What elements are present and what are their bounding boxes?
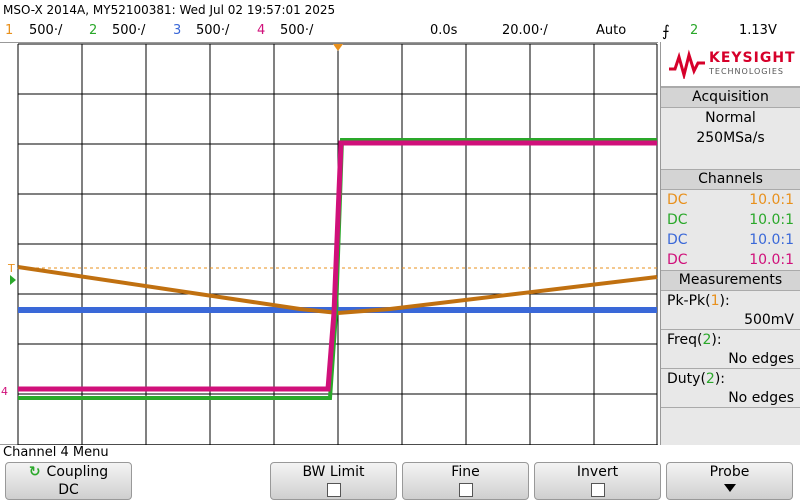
measurement-value: 500mV (661, 310, 800, 330)
brand-sub: TECHNOLOGIES (709, 67, 784, 76)
ch4-coupling: DC (667, 252, 688, 268)
ch3-scale[interactable]: 500‧/ (196, 20, 229, 42)
ch1-probe: 10.0:1 (749, 192, 794, 208)
softkey-menu: Channel 4 Menu ↻ Coupling DC BW Limit Fin… (0, 445, 800, 503)
ch2-probe: 10.0:1 (749, 212, 794, 228)
ch2-scale[interactable]: 500‧/ (112, 20, 145, 42)
time-scale[interactable]: 20.00‧/ (502, 20, 548, 42)
brand-area: KEYSIGHT TECHNOLOGIES (661, 42, 800, 87)
rising-edge-trigger-icon: ⨍ (662, 22, 670, 40)
ch2-number[interactable]: 2 (89, 20, 97, 42)
ch3-probe: 10.0:1 (749, 232, 794, 248)
waveform-graticule: T 4 (1, 43, 658, 446)
channel-status-bar: 1 500‧/ 2 500‧/ 3 500‧/ 4 500‧/ 0.0s 20.… (0, 20, 800, 42)
ch4-probe: 10.0:1 (749, 252, 794, 268)
channels-title[interactable]: Channels (661, 169, 800, 190)
acquisition-title[interactable]: Acquisition (661, 87, 800, 108)
measurement-value: No edges (661, 349, 800, 369)
trigger-level[interactable]: 1.13V (739, 20, 777, 42)
ch3-coupling: DC (667, 232, 688, 248)
ch3-number[interactable]: 3 (173, 20, 181, 42)
bw-limit-checkbox-icon (326, 483, 341, 497)
brand-name: KEYSIGHT (709, 50, 796, 66)
info-sidebar: KEYSIGHT TECHNOLOGIES Acquisition Normal… (660, 42, 800, 445)
channel-row: DC 10.0:1 (661, 190, 800, 210)
invert-checkbox-icon (590, 483, 605, 497)
menu-title: Channel 4 Menu (3, 445, 109, 460)
trigger-position-marker[interactable] (333, 44, 343, 51)
ch4-scale[interactable]: 500‧/ (280, 20, 313, 42)
channel-row: DC 10.0:1 (661, 210, 800, 230)
window-title: MSO-X 2014A, MY52100381: Wed Jul 02 19:5… (3, 3, 336, 17)
fine-softkey[interactable]: Fine (402, 462, 529, 500)
ch4-ground-marker[interactable]: 4 (1, 385, 8, 398)
probe-softkey[interactable]: Probe (666, 462, 793, 500)
ch1-number[interactable]: 1 (5, 20, 13, 42)
bw-limit-softkey[interactable]: BW Limit (270, 462, 397, 500)
ch2-ground-marker[interactable] (10, 275, 16, 285)
measurements-title[interactable]: Measurements (661, 270, 800, 291)
submenu-arrow-icon (667, 481, 792, 499)
measurement-value: No edges (661, 388, 800, 408)
acquisition-rate: 250MSa/s (696, 130, 765, 146)
ch1-coupling: DC (667, 192, 688, 208)
measurement-label: Duty(2): (667, 371, 726, 387)
ch2-coupling: DC (667, 212, 688, 228)
ch4-number[interactable]: 4 (257, 20, 265, 42)
trigger-source[interactable]: 2 (690, 20, 698, 42)
channel-row: DC 10.0:1 (661, 230, 800, 250)
measurement-label: Freq(2): (667, 332, 722, 348)
waveform-display[interactable]: T 4 (0, 42, 658, 446)
rotate-knob-icon: ↻ (28, 464, 41, 480)
invert-softkey[interactable]: Invert (534, 462, 661, 500)
coupling-value: DC (58, 482, 79, 498)
channel-row: DC 10.0:1 (661, 250, 800, 270)
time-delay[interactable]: 0.0s (430, 20, 457, 42)
measurement-label: Pk-Pk(1): (667, 293, 730, 309)
ch1-scale[interactable]: 500‧/ (29, 20, 62, 42)
trigger-level-marker[interactable]: T (7, 262, 15, 275)
trigger-mode[interactable]: Auto (596, 20, 626, 42)
coupling-softkey[interactable]: ↻ Coupling DC (5, 462, 132, 500)
fine-checkbox-icon (458, 483, 473, 497)
keysight-logo-icon (669, 49, 705, 79)
acquisition-mode: Normal (705, 110, 756, 126)
